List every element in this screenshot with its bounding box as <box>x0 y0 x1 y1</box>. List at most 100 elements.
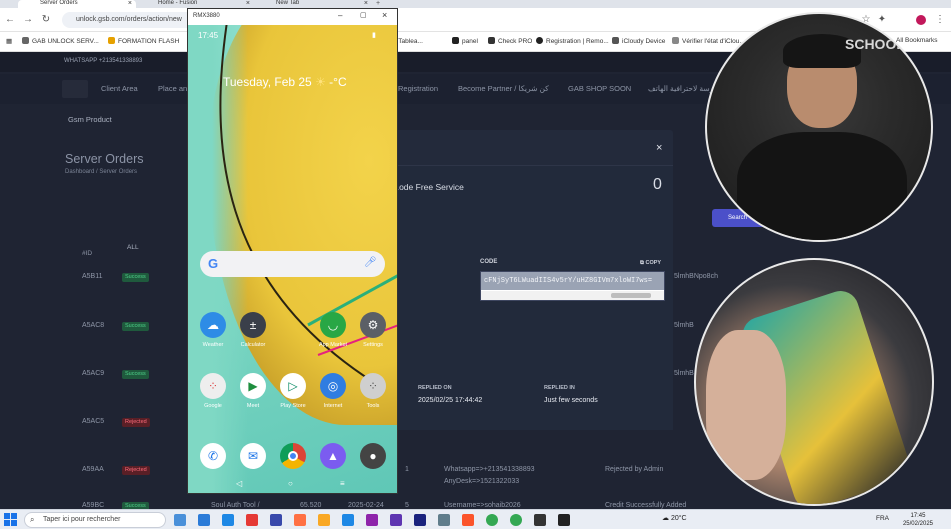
recents-nav-icon[interactable]: ≡ <box>340 479 345 488</box>
nav-gsm-product[interactable]: Gsm Product <box>68 115 112 124</box>
bookmark-formation-flash[interactable]: FORMATION FLASH <box>108 37 179 45</box>
app-icon[interactable] <box>438 514 450 526</box>
weather-widget[interactable]: ☁ 20°C <box>662 514 687 522</box>
new-tab-icon[interactable]: + <box>376 0 380 7</box>
close-icon[interactable]: × <box>382 10 387 20</box>
close-icon[interactable]: × <box>656 142 662 154</box>
order-id[interactable]: A5AC5 <box>82 418 104 425</box>
app-calculator[interactable]: ± Calculator <box>233 312 273 348</box>
bookmark-check-pro[interactable]: Check PRO <box>488 37 532 45</box>
app-meet[interactable]: ▶ Meet <box>233 373 273 409</box>
back-icon[interactable]: ← <box>4 14 16 26</box>
site-logo[interactable] <box>62 80 88 98</box>
app-internet[interactable]: ◎ Internet <box>313 373 353 409</box>
app-icon[interactable] <box>366 514 378 526</box>
nav-gab-shop[interactable]: GAB SHOP SOON <box>568 84 631 93</box>
app-camera[interactable]: ● <box>353 443 393 473</box>
bookmark-gab-unlock[interactable]: GAB UNLOCK SERV... <box>22 37 99 45</box>
status-badge: Success <box>122 370 149 379</box>
chrome-icon[interactable] <box>510 514 522 526</box>
internet-icon: ◎ <box>320 373 346 399</box>
chrome-icon[interactable] <box>486 514 498 526</box>
app-settings[interactable]: ⚙ Settings <box>353 312 393 348</box>
taskbar-search-text: Taper ici pour rechercher <box>43 516 121 523</box>
tab-label: New Tab <box>276 0 300 6</box>
folder-icon[interactable] <box>318 514 330 526</box>
close-icon[interactable]: × <box>128 0 132 7</box>
phone-screen[interactable]: 17:45 ▮ Tuesday, Feb 25 ☀ -°C G 🎤︎ ☁ Weat… <box>188 25 397 493</box>
bookmark-panel[interactable]: panel <box>452 37 478 45</box>
app-icon[interactable] <box>270 514 282 526</box>
whatsapp-contact[interactable]: WHATSAPP +213541338893 <box>64 58 142 64</box>
app-tools[interactable]: ⁘ Tools <box>353 373 393 409</box>
back-nav-icon[interactable]: ◁ <box>236 479 242 488</box>
apps-icon[interactable]: ▦ <box>6 37 12 45</box>
mic-icon[interactable]: 🎤︎ <box>364 257 377 268</box>
nav-client-area[interactable]: Client Area <box>101 84 138 93</box>
app-play-store[interactable]: ▷ Play Store <box>273 373 313 409</box>
menu-icon[interactable]: ⋮ <box>934 14 946 26</box>
app-icon[interactable] <box>558 514 570 526</box>
bookmark-label: FORMATION FLASH <box>118 38 180 45</box>
forward-icon[interactable]: → <box>22 14 34 26</box>
order-price: 65.520 <box>300 502 322 509</box>
app-google[interactable]: ⁘ Google <box>193 373 233 409</box>
sun-icon: ☀ <box>315 75 330 89</box>
filter-all[interactable]: ALL <box>127 244 139 251</box>
tab-home-fusion[interactable]: Home - Fusion × <box>136 0 254 8</box>
mail-icon[interactable] <box>342 514 354 526</box>
reload-icon[interactable]: ↻ <box>40 14 52 26</box>
close-icon[interactable]: × <box>246 0 250 7</box>
taskbar-search[interactable]: ⌕ Taper ici pour rechercher <box>24 512 166 528</box>
page-title: Server Orders <box>65 152 144 166</box>
order-id[interactable]: A59BC <box>82 502 104 509</box>
order-id[interactable]: A5B11 <box>82 273 103 280</box>
replied-on-label: REPLIED ON <box>418 385 452 391</box>
url-field[interactable]: unlock.gsb.com/orders/action/new <box>62 12 202 28</box>
edge-icon[interactable] <box>198 514 210 526</box>
app-weather[interactable]: ☁ Weather <box>193 312 233 348</box>
brave-icon[interactable] <box>462 514 474 526</box>
app-icon[interactable] <box>534 514 546 526</box>
language-indicator[interactable]: FRA <box>876 515 889 522</box>
app-icon[interactable] <box>246 514 258 526</box>
profile-avatar[interactable] <box>916 15 926 25</box>
webcam-overlay-hand: ⚙ <box>694 258 934 506</box>
windows-taskbar: ⌕ Taper ici pour rechercher ☁ 20°C FRA 1… <box>0 509 951 529</box>
bookmark-registration[interactable]: Registration | Remo... <box>536 37 609 45</box>
close-icon[interactable]: × <box>364 0 368 7</box>
nav-registration[interactable]: Registration <box>398 84 438 93</box>
app-market[interactable]: ◡ App Market <box>313 312 353 348</box>
minimize-icon[interactable]: – <box>338 11 342 20</box>
app-gallery[interactable]: ▲ <box>313 443 353 473</box>
bookmark-icloudy[interactable]: iCloudy Device <box>612 37 665 45</box>
column-header-id: #ID <box>82 250 93 257</box>
order-id[interactable]: A5AC9 <box>82 370 104 377</box>
code-field[interactable]: cFNjSyT6LWuadIIS4v5rY/uHZ8GIVm7xloWI7ws= <box>481 272 664 290</box>
app-phone[interactable]: ✆ <box>193 443 233 473</box>
bookmark-verifier-icloud[interactable]: Vérifier l'état d'iClou... <box>672 37 745 45</box>
google-search-bar[interactable]: G 🎤︎ <box>200 251 385 277</box>
task-view-icon[interactable] <box>174 514 186 526</box>
home-nav-icon[interactable]: ○ <box>288 479 293 488</box>
horizontal-scrollbar[interactable] <box>481 291 664 300</box>
taskbar-clock[interactable]: 17:45 25/02/2025 <box>903 512 933 528</box>
windows-start-icon[interactable] <box>4 513 18 527</box>
extension-icon[interactable]: ✦ <box>876 14 888 26</box>
copy-label: COPY <box>645 260 662 266</box>
phone-temp: -°C <box>329 75 347 89</box>
tab-server-orders[interactable]: Server Orders × <box>18 0 136 8</box>
app-icon[interactable] <box>294 514 306 526</box>
after-effects-icon[interactable] <box>414 514 426 526</box>
copy-button[interactable]: ⧉ COPY <box>640 260 661 267</box>
order-id[interactable]: A5AC8 <box>82 322 104 329</box>
tab-new-tab[interactable]: New Tab × <box>254 0 372 8</box>
maximize-icon[interactable]: ▢ <box>360 11 367 19</box>
scrollbar-thumb[interactable] <box>611 293 651 298</box>
premiere-icon[interactable] <box>390 514 402 526</box>
app-chrome[interactable] <box>273 443 313 473</box>
nav-become-partner[interactable]: Become Partner / كن شريكا <box>458 84 549 93</box>
app-icon[interactable] <box>222 514 234 526</box>
order-id[interactable]: A59AA <box>82 466 104 473</box>
app-messages[interactable]: ✉ <box>233 443 273 473</box>
